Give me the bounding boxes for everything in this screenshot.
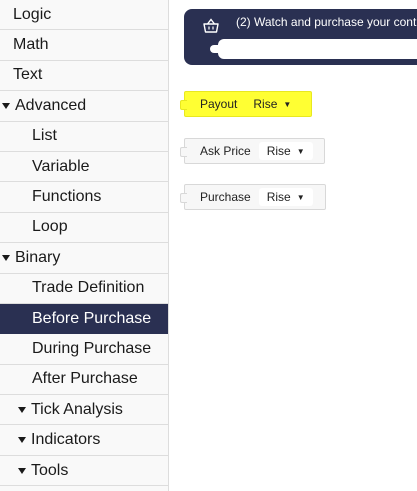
contract-type-dropdown[interactable]: Rise ▼ <box>258 142 313 160</box>
category-variable[interactable]: Variable <box>0 152 168 183</box>
block-label: Ask Price <box>200 144 251 158</box>
category-label: Text <box>13 66 43 84</box>
payout-block[interactable]: Payout Rise ▼ <box>180 91 312 117</box>
contract-type-dropdown[interactable]: Rise ▼ <box>258 188 313 206</box>
category-indicators[interactable]: Indicators <box>0 425 168 456</box>
purchase-block-container[interactable]: (2) Watch and purchase your contract <box>184 9 417 65</box>
block-label: Payout <box>200 97 238 111</box>
dropdown-value: Rise <box>266 144 291 158</box>
category-label: Trade Definition <box>32 279 145 297</box>
category-after-purchase[interactable]: After Purchase <box>0 365 168 396</box>
category-label: Binary <box>15 248 61 266</box>
category-label: List <box>32 127 57 145</box>
category-label: Variable <box>32 157 90 175</box>
category-trade-definition[interactable]: Trade Definition <box>0 274 168 304</box>
category-math[interactable]: Math <box>0 30 168 61</box>
shopping-basket-icon <box>203 18 219 33</box>
category-label: Loop <box>32 218 68 236</box>
category-during-purchase[interactable]: During Purchase <box>0 334 168 365</box>
statement-input-slot[interactable] <box>218 39 417 59</box>
category-label: During Purchase <box>32 339 152 357</box>
category-label: Logic <box>13 5 52 23</box>
block-label: Purchase <box>200 190 251 204</box>
category-text[interactable]: Text <box>0 61 168 92</box>
category-label: Tools <box>31 461 69 479</box>
category-before-purchase[interactable]: Before Purchase <box>0 303 168 335</box>
block-connector <box>180 193 187 203</box>
category-tick-analysis[interactable]: Tick Analysis <box>0 395 168 426</box>
category-tools[interactable]: Tools <box>0 456 168 487</box>
block-connector <box>180 147 187 157</box>
category-list[interactable]: List <box>0 122 168 152</box>
category-label: Before Purchase <box>32 309 152 327</box>
contract-type-dropdown[interactable]: Rise ▼ <box>245 95 300 113</box>
triangle-down-icon <box>2 254 10 261</box>
category-advanced[interactable]: Advanced <box>0 91 168 122</box>
category-label: After Purchase <box>32 370 138 388</box>
category-label: Indicators <box>31 431 101 449</box>
block-connector <box>180 100 187 110</box>
category-label: Tick Analysis <box>31 400 123 418</box>
triangle-down-icon <box>18 406 26 413</box>
category-functions[interactable]: Functions <box>0 182 168 213</box>
toolbox-sidebar: Logic Math Text Advanced List Variable F… <box>0 0 169 491</box>
ask-price-block[interactable]: Ask Price Rise ▼ <box>180 138 325 164</box>
banner-title: (2) Watch and purchase your contract <box>236 15 417 29</box>
blocks-workspace: (2) Watch and purchase your contract Pay… <box>170 0 417 491</box>
triangle-down-icon <box>18 467 26 474</box>
triangle-down-icon <box>18 437 26 444</box>
category-label: Advanced <box>15 96 87 114</box>
dropdown-value: Rise <box>266 190 291 204</box>
category-label: Math <box>13 36 49 54</box>
category-label: Functions <box>32 188 102 206</box>
caret-down-icon: ▼ <box>296 146 305 156</box>
caret-down-icon: ▼ <box>296 192 305 202</box>
category-loop[interactable]: Loop <box>0 213 168 244</box>
triangle-down-icon <box>2 102 10 109</box>
caret-down-icon: ▼ <box>283 99 292 109</box>
dropdown-value: Rise <box>253 97 278 111</box>
category-binary[interactable]: Binary <box>0 243 168 274</box>
purchase-block[interactable]: Purchase Rise ▼ <box>180 184 326 210</box>
category-logic[interactable]: Logic <box>0 0 168 31</box>
